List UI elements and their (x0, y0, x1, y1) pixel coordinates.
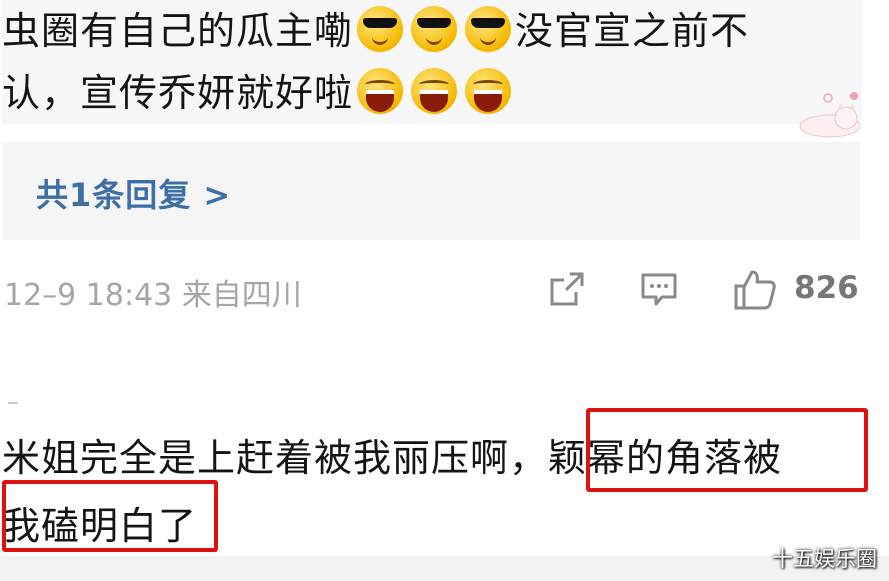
comment-time: 12–9 18:43 (4, 278, 173, 313)
comment-line2-text: 认，宣传乔妍就好啦 (2, 71, 354, 115)
comment-location: 来自四川 (181, 278, 302, 313)
like-icon[interactable] (732, 268, 778, 312)
red-highlight-box (586, 408, 868, 492)
bottom-strip (0, 556, 889, 581)
share-icon[interactable] (546, 268, 588, 310)
divider (8, 402, 18, 404)
comment-icon[interactable] (638, 268, 680, 310)
comment2-plain-text: 米姐完全是上赶着被我丽压啊， (2, 436, 549, 480)
sunglasses-emoji-icon (411, 6, 458, 52)
comment-timestamp: 12–9 18:43 来自四川 (4, 270, 302, 314)
comment-line1-tail: 没官宣之前不 (515, 9, 750, 53)
like-count: 826 (794, 270, 859, 306)
sunglasses-emoji-icon (357, 6, 404, 52)
watermark-text: 十五娱乐圈 (772, 547, 877, 571)
cat-sticker-icon (799, 92, 861, 138)
comment-line1-text: 虫圈有自己的瓜主嘞 (2, 9, 354, 53)
reply-box[interactable]: 共1条回复 > (2, 142, 860, 240)
laughing-emoji-icon (465, 68, 512, 114)
laughing-emoji-icon (357, 68, 404, 114)
laughing-emoji-icon (411, 68, 458, 114)
sunglasses-emoji-icon (465, 6, 512, 52)
red-highlight-box (2, 480, 218, 552)
comment-meta-row: 12–9 18:43 来自四川 826 (4, 266, 884, 314)
comment-text-top: 虫圈有自己的瓜主嘞 没官宣之前不 认，宣传乔妍就好啦 (2, 0, 862, 124)
view-replies-link[interactable]: 共1条回复 > (36, 170, 231, 216)
